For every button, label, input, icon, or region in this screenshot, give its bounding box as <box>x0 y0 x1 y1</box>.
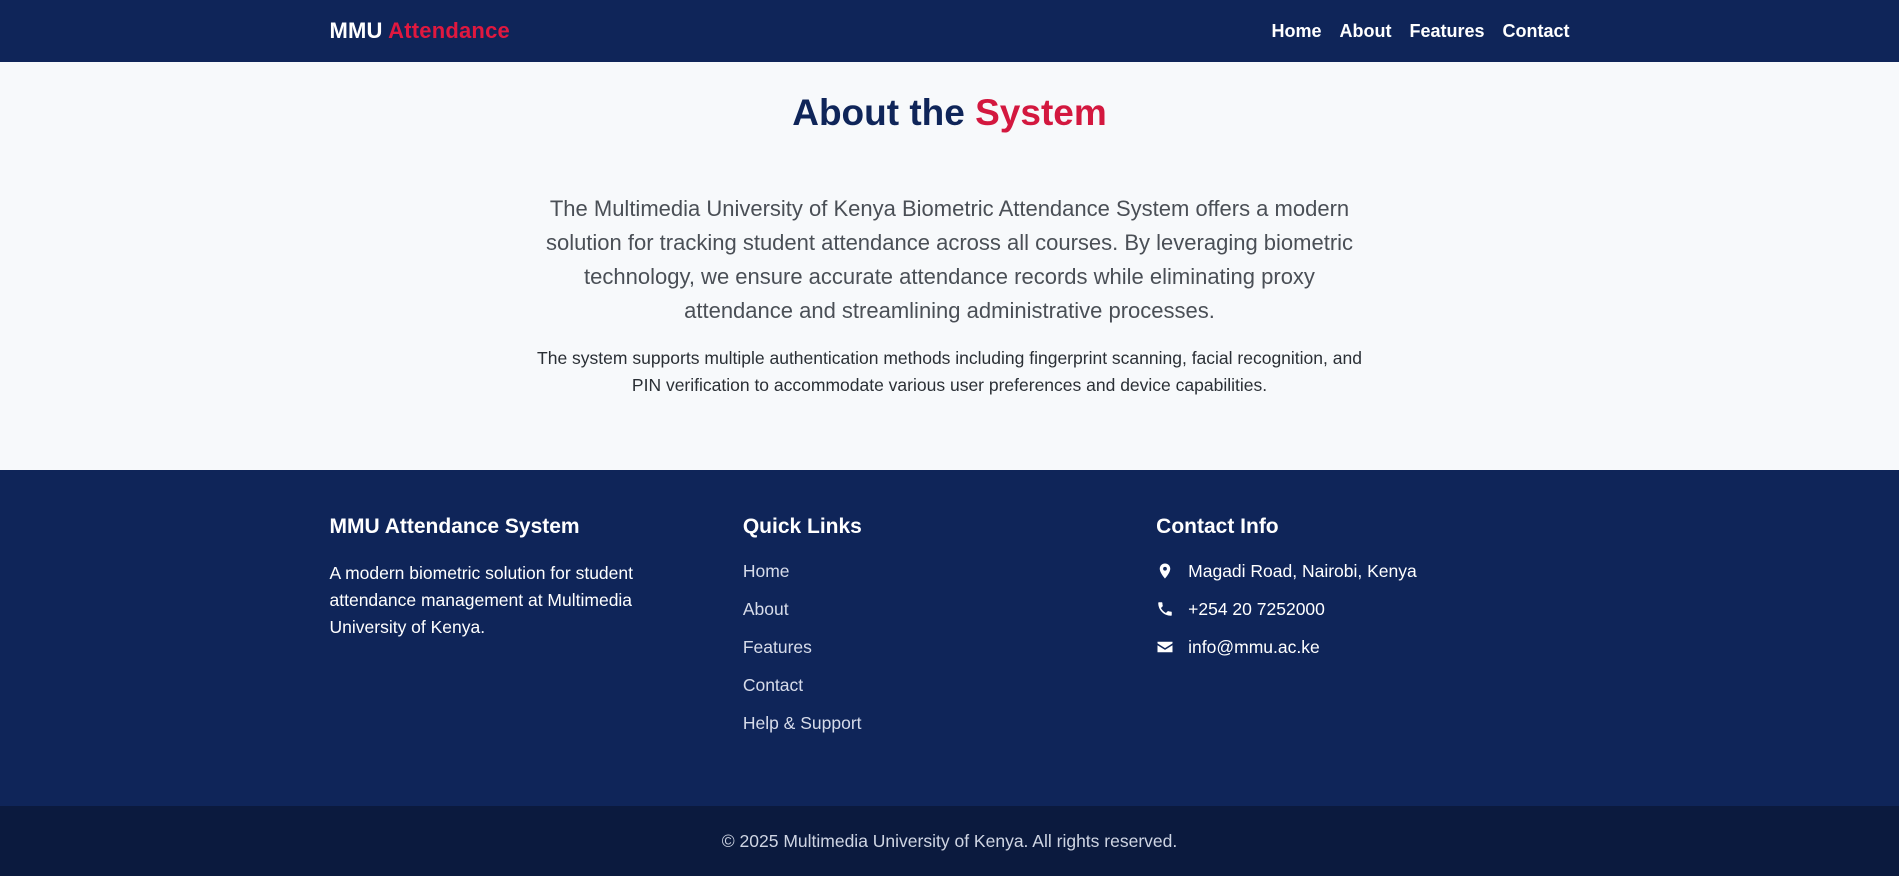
contact-address: Magadi Road, Nairobi, Kenya <box>1156 560 1569 582</box>
list-item: About <box>743 598 1156 620</box>
brand-accent: Attendance <box>388 18 510 43</box>
footer-link-home[interactable]: Home <box>743 561 790 581</box>
contact-address-text: Magadi Road, Nairobi, Kenya <box>1188 561 1417 581</box>
list-item: Home <box>743 560 1156 582</box>
footer-about-text: A modern biometric solution for student … <box>329 563 634 637</box>
quick-links-list: Home About Features Contact Help & Suppo… <box>743 560 1156 734</box>
nav-link-about[interactable]: About <box>1339 21 1391 42</box>
footer-about-column: MMU Attendance System A modern biometric… <box>330 514 743 750</box>
footer-quick-links-column: Quick Links Home About Features Contact … <box>743 514 1156 750</box>
about-lead-text: The Multimedia University of Kenya Biome… <box>545 196 1354 323</box>
contact-phone: +254 20 7252000 <box>1156 598 1569 620</box>
list-item: Features <box>743 636 1156 658</box>
footer: MMU Attendance System A modern biometric… <box>0 470 1899 806</box>
envelope-icon <box>1156 638 1174 656</box>
copyright-text: © 2025 Multimedia University of Kenya. A… <box>721 830 1178 851</box>
nav-link-contact[interactable]: Contact <box>1503 21 1570 42</box>
list-item: Contact <box>743 674 1156 696</box>
top-navbar: MMU Attendance Home About Features Conta… <box>0 0 1899 62</box>
list-item: Help & Support <box>743 712 1156 734</box>
phone-icon <box>1156 600 1174 618</box>
footer-contact-column: Contact Info Magadi Road, Nairobi, Kenya… <box>1156 514 1569 750</box>
footer-link-about[interactable]: About <box>743 599 789 619</box>
about-title: About the System <box>0 92 1899 134</box>
brand-main: MMU <box>329 18 383 43</box>
footer-about-heading: MMU Attendance System <box>329 515 580 538</box>
footer-link-features[interactable]: Features <box>743 637 812 657</box>
nav-link-features[interactable]: Features <box>1409 21 1484 42</box>
map-marker-icon <box>1156 562 1174 580</box>
about-title-accent: System <box>975 92 1107 133</box>
brand-logo[interactable]: MMU Attendance <box>330 18 510 44</box>
about-section: About the System The Multimedia Universi… <box>0 62 1899 470</box>
contact-phone-text: +254 20 7252000 <box>1188 599 1325 619</box>
contact-email-text[interactable]: info@mmu.ac.ke <box>1188 636 1320 658</box>
main-nav: Home About Features Contact <box>1271 21 1569 42</box>
about-sub-text: The system supports multiple authenticat… <box>537 348 1362 395</box>
contact-email: info@mmu.ac.ke <box>1156 636 1569 658</box>
footer-quick-links-heading: Quick Links <box>742 515 862 538</box>
copyright-bar: © 2025 Multimedia University of Kenya. A… <box>0 806 1899 876</box>
nav-link-home[interactable]: Home <box>1271 21 1321 42</box>
footer-link-help-support[interactable]: Help & Support <box>743 713 862 733</box>
about-title-main: About the <box>792 92 965 133</box>
footer-contact-heading: Contact Info <box>1156 515 1279 538</box>
footer-link-contact[interactable]: Contact <box>743 675 803 695</box>
